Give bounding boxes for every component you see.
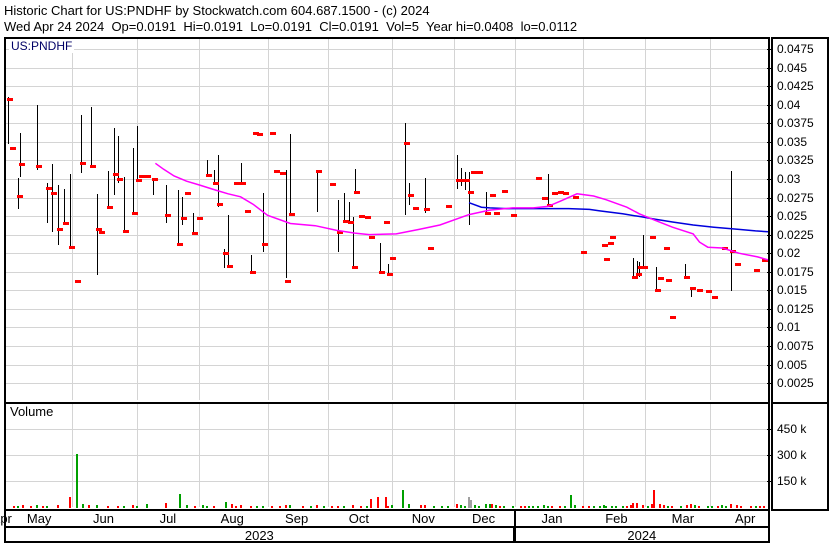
month-label: Jul <box>159 511 177 526</box>
price-tick-label: 0.0225 <box>777 227 814 242</box>
month-label: May <box>26 511 52 526</box>
price-tick-label: 0.02 <box>777 246 801 261</box>
price-tick-label: 0.015 <box>777 283 808 298</box>
price-tick-mark <box>767 49 772 50</box>
price-tick-mark <box>767 364 772 366</box>
price-tick-label: 0.0375 <box>777 116 814 131</box>
volume-tick-mark <box>767 481 772 482</box>
month-label: Aug <box>220 511 244 526</box>
month-label: Mar <box>671 511 695 526</box>
price-tick-mark <box>767 67 772 69</box>
price-tick-label: 0.035 <box>777 134 808 149</box>
month-label: Nov <box>411 511 435 526</box>
volume-tick-mark <box>767 455 772 456</box>
price-tick-mark <box>767 197 772 199</box>
volume-tick-mark <box>767 429 772 430</box>
stock-chart-page: Historic Chart for US:PNDHF by Stockwatc… <box>0 0 830 543</box>
price-tick-mark <box>767 104 772 106</box>
ma-fast-line <box>154 162 769 261</box>
price-tick-label: 0.01 <box>777 320 801 335</box>
month-label: Jun <box>93 511 114 526</box>
price-tick-mark <box>767 234 772 236</box>
price-tick-label: 0.03 <box>777 171 801 186</box>
month-label: Feb <box>605 511 628 526</box>
price-tick-mark <box>767 383 772 385</box>
volume-tick-label: 300 k <box>777 448 807 462</box>
price-tick-mark <box>767 216 772 218</box>
price-tick-mark <box>767 253 772 255</box>
price-tick-label: 0.0075 <box>777 339 814 353</box>
price-tick-label: 0.0325 <box>777 153 814 168</box>
price-tick-mark <box>767 346 772 347</box>
month-label: Apr <box>735 511 756 526</box>
price-tick-label: 0.005 <box>777 357 808 372</box>
price-tick-mark <box>767 327 772 329</box>
price-tick-mark <box>767 308 772 310</box>
year-label: 2023 <box>244 528 274 543</box>
volume-tick-label: 450 k <box>777 422 807 436</box>
year-label: 2024 <box>627 528 657 543</box>
price-tick-mark <box>767 178 772 180</box>
price-tick-label: 0.025 <box>777 209 808 224</box>
price-tick-mark <box>767 123 772 125</box>
price-tick-mark <box>767 160 772 162</box>
price-tick-label: 0.0125 <box>777 301 814 316</box>
price-tick-label: 0.0175 <box>777 264 814 279</box>
price-tick-mark <box>767 271 772 273</box>
ma-slow-line <box>468 201 769 233</box>
moving-average-lines <box>154 162 769 261</box>
price-tick-label: 0.0275 <box>777 190 814 205</box>
month-label: Dec <box>471 511 496 526</box>
volume-pane-label: Volume <box>10 404 54 419</box>
price-tick-label: 0.0425 <box>777 79 814 94</box>
year-divider <box>513 509 516 526</box>
volume-tick-label: 150 k <box>777 474 807 488</box>
symbol-label: US:PNDHF <box>9 39 75 53</box>
price-tick-label: 0.04 <box>777 97 801 112</box>
month-label: Apr <box>0 511 12 526</box>
price-tick-label: 0.045 <box>777 60 808 75</box>
price-tick-mark <box>767 86 772 88</box>
price-tick-mark <box>767 290 772 292</box>
month-label: Jan <box>541 511 563 526</box>
price-tick-mark <box>767 141 772 143</box>
price-tick-label: 0.0475 <box>777 42 814 56</box>
price-tick-label: 0.0025 <box>777 376 814 391</box>
month-label: Oct <box>348 511 370 526</box>
month-label: Sep <box>285 511 309 526</box>
